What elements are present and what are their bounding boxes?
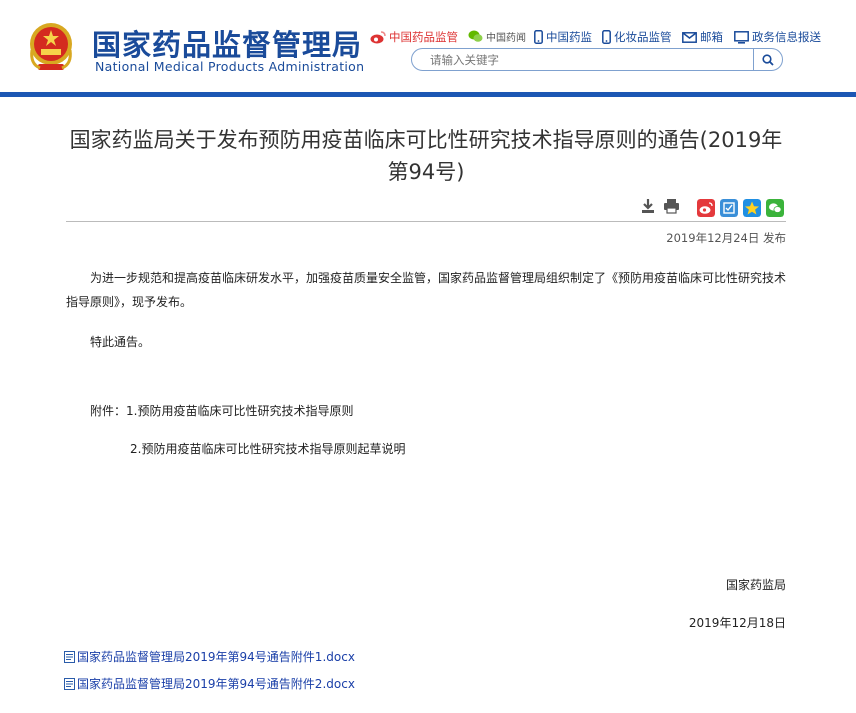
attachment-item-1: 附件：1.预防用疫苗临床可比性研究技术指导原则 bbox=[90, 404, 354, 418]
article-paragraph: 为进一步规范和提高疫苗临床研发水平，加强疫苗质量安全监管，国家药品监督管理局组织… bbox=[66, 271, 787, 309]
weibo-icon bbox=[370, 30, 386, 43]
title-divider bbox=[66, 221, 786, 222]
share-qq-star-icon[interactable] bbox=[743, 199, 761, 217]
header-divider bbox=[0, 92, 856, 97]
toplink-mobile-1[interactable]: 中国药监 bbox=[534, 29, 592, 45]
toplink-label: 政务信息报送 bbox=[752, 30, 821, 44]
toplink-mobile-2[interactable]: 化妆品监管 bbox=[602, 29, 672, 45]
site-title[interactable]: 国家药品监督管理局 bbox=[92, 22, 362, 64]
search-box bbox=[411, 48, 783, 71]
toplink-label: 中国药品监管 bbox=[389, 30, 458, 44]
publish-date: 2019年12月24日 发布 bbox=[666, 231, 786, 245]
word-doc-icon bbox=[64, 650, 75, 663]
share-qzone-icon[interactable] bbox=[720, 199, 738, 217]
mail-icon bbox=[682, 31, 697, 43]
article-paragraph: 特此通告。 bbox=[90, 335, 151, 349]
toplink-label: 邮箱 bbox=[700, 30, 723, 44]
toplink-report[interactable]: 政务信息报送 bbox=[734, 29, 821, 45]
sign-date: 2019年12月18日 bbox=[688, 616, 786, 630]
toplink-wechat[interactable]: 中国药闻 bbox=[468, 29, 526, 44]
share-weibo-icon[interactable] bbox=[697, 199, 715, 217]
toplink-weibo[interactable]: 中国药品监管 bbox=[370, 29, 458, 45]
file-link-2[interactable]: 国家药品监督管理局2019年第94号通告附件2.docx bbox=[64, 675, 355, 692]
download-icon[interactable] bbox=[640, 198, 656, 214]
print-icon[interactable] bbox=[663, 198, 680, 214]
toplink-label: 化妆品监管 bbox=[614, 30, 672, 44]
file-link-1[interactable]: 国家药品监督管理局2019年第94号通告附件1.docx bbox=[64, 648, 355, 665]
search-button[interactable] bbox=[753, 48, 782, 71]
article-title: 国家药监局关于发布预防用疫苗临床可比性研究技术指导原则的通告(2019年第94号… bbox=[69, 128, 783, 184]
attachment-item-2: 2.预防用疫苗临床可比性研究技术指导原则起草说明 bbox=[130, 442, 406, 456]
toplink-label: 中国药闻 bbox=[486, 33, 526, 44]
monitor-icon bbox=[734, 30, 749, 44]
toplink-mail[interactable]: 邮箱 bbox=[682, 29, 723, 45]
file-link-label: 国家药品监督管理局2019年第94号通告附件2.docx bbox=[77, 677, 355, 691]
mobile-icon bbox=[534, 30, 543, 44]
national-emblem-icon bbox=[30, 23, 72, 70]
search-input[interactable] bbox=[430, 51, 750, 68]
toplink-label: 中国药监 bbox=[546, 30, 592, 44]
share-wechat-icon[interactable] bbox=[766, 199, 784, 217]
file-link-label: 国家药品监督管理局2019年第94号通告附件1.docx bbox=[77, 650, 355, 664]
site-subtitle: National Medical Products Administration bbox=[95, 59, 365, 74]
word-doc-icon bbox=[64, 677, 75, 690]
signer: 国家药监局 bbox=[725, 578, 786, 592]
mobile-icon bbox=[602, 30, 611, 44]
search-icon bbox=[762, 53, 774, 66]
wechat-icon bbox=[468, 30, 483, 42]
site-header: 国家药品监督管理局 National Medical Products Admi… bbox=[0, 0, 856, 92]
